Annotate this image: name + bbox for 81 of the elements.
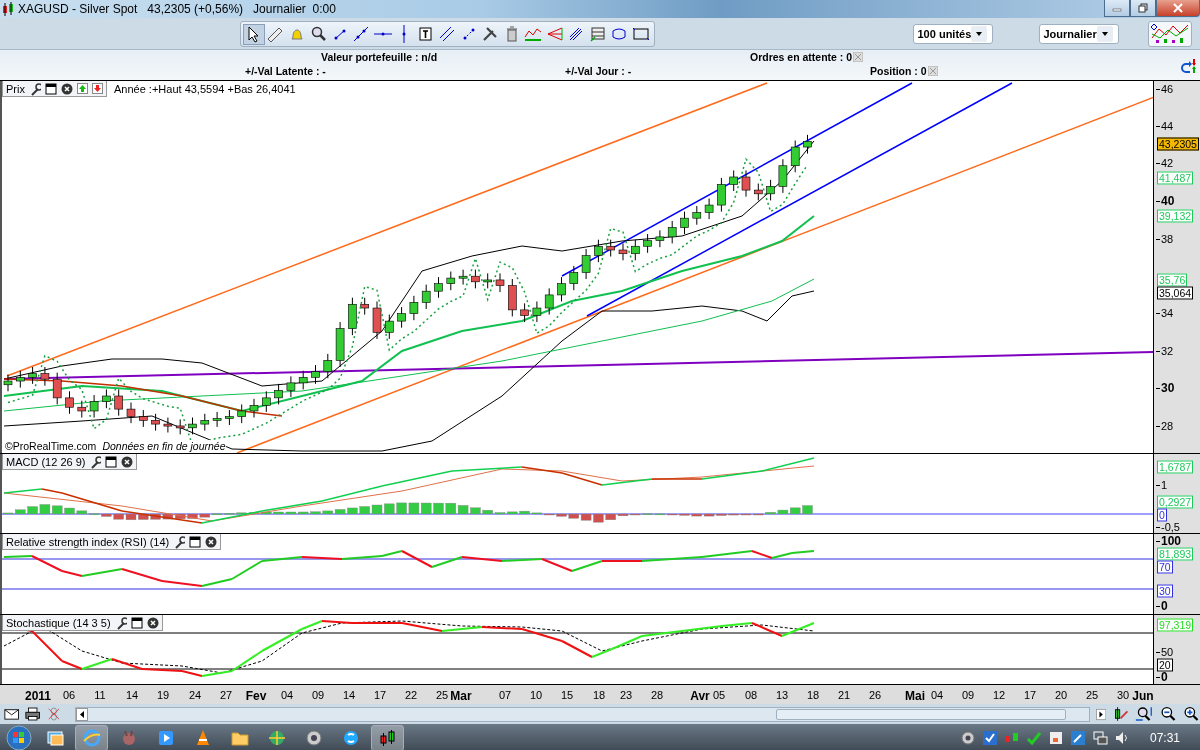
axis-label: 1	[1161, 479, 1168, 491]
axis-label: 25	[435, 689, 449, 701]
axis-label: 44	[1161, 120, 1174, 132]
pending-orders-text: Ordres en attente : 0	[750, 51, 853, 63]
axis-label: 26	[868, 689, 882, 701]
axis-label: 17	[373, 689, 387, 701]
axis-label: 0	[1161, 600, 1168, 612]
value-label: 0,2927	[1157, 495, 1194, 509]
axis-label: 30	[1161, 382, 1175, 394]
copyright-text: ©ProRealTime.com	[5, 440, 97, 452]
axis-label: 24	[188, 689, 202, 701]
value-label: 1,6787	[1157, 460, 1194, 474]
axis-label: 27	[219, 689, 233, 701]
axis-label: 12	[992, 689, 1006, 701]
axis-label: 11	[94, 689, 106, 701]
axis-label: 38	[1161, 233, 1174, 245]
axis-label: 04	[930, 689, 944, 701]
axis-label: 34	[1161, 307, 1174, 319]
axis-label: 13	[775, 689, 789, 701]
value-label: 20	[1157, 658, 1173, 672]
axis-label: Fev	[245, 689, 267, 703]
axis-label: -0,5	[1161, 521, 1180, 533]
value-label: 81,893	[1157, 547, 1194, 561]
axis-label: 50	[1161, 646, 1174, 658]
axis-label: 42	[1161, 157, 1174, 169]
axis-label: 15	[560, 689, 574, 701]
latent-value-text: +/-Val Latente : -	[245, 65, 327, 77]
axis-label: 17	[1023, 689, 1037, 701]
axis-label: 06	[62, 689, 76, 701]
axis-label: 100	[1161, 535, 1182, 547]
value-label: 35,76	[1157, 273, 1188, 287]
value-label: 0	[1157, 508, 1167, 522]
value-label: 97,319	[1157, 618, 1194, 632]
value-label: 43,2305	[1157, 137, 1199, 151]
axis-label: 30	[1116, 689, 1130, 701]
axis-label: 20	[1054, 689, 1068, 701]
panel-title: MACD (12 26 9)	[6, 455, 86, 468]
axis-label: 32	[1161, 345, 1174, 357]
window-title: XAGUSD - Silver Spot 43,2305 (+0,56%) Journalier 0:00	[18, 2, 336, 16]
axis-label: 21	[837, 689, 851, 701]
value-label: 35,064	[1157, 286, 1194, 300]
axis-label: Mar	[450, 689, 472, 703]
axis-label: 28	[1161, 420, 1174, 432]
axis-label: 18	[592, 689, 606, 701]
axis-label: Jun	[1132, 689, 1154, 703]
data-note-text: Données en fin de journée	[102, 440, 226, 452]
year-high-low-text: Année :+Haut 43,5594 +Bas 26,4041	[114, 83, 296, 95]
position-text: Position : 0	[870, 65, 927, 77]
axis-label: 07	[498, 689, 512, 701]
axis-label: 2011	[25, 689, 51, 703]
axis-label: 10	[529, 689, 543, 701]
axis-label: 0	[1161, 671, 1168, 683]
panel-title: Stochastique (14 3 5)	[6, 616, 111, 629]
quantity-dropdown[interactable]: 100 unités	[912, 23, 993, 44]
axis-label: 25	[1085, 689, 1099, 701]
panel-title: Prix	[6, 82, 25, 95]
axis-label: Avr	[690, 689, 710, 703]
axis-label: 14	[125, 689, 139, 701]
value-label: 30	[1157, 584, 1173, 598]
axis-label: Mai	[905, 689, 925, 703]
axis-label: 28	[650, 689, 664, 701]
axis-label: 23	[619, 689, 633, 701]
axis-label: 18	[806, 689, 820, 701]
value-label: 41,487	[1157, 171, 1194, 185]
axis-label: 08	[744, 689, 758, 701]
value-label: 70	[1157, 560, 1173, 574]
axis-label: 14	[342, 689, 356, 701]
axis-label: 40	[1161, 195, 1175, 207]
panel-title: Relative strength index (RSI) (14)	[6, 535, 170, 548]
portfolio-value-text: Valeur portefeuille : n/d	[321, 51, 439, 63]
axis-label: 22	[404, 689, 418, 701]
axis-label: 04	[280, 689, 294, 701]
axis-label: 09	[961, 689, 975, 701]
axis-label: 05	[712, 689, 726, 701]
clock-text: 07:31	[1149, 731, 1180, 745]
axis-label: 19	[156, 689, 170, 701]
day-value-text: +/-Val Jour : -	[565, 65, 633, 77]
value-label: 39,132	[1157, 209, 1194, 223]
axis-label: 09	[311, 689, 325, 701]
timeframe-dropdown[interactable]: Journalier	[1038, 23, 1119, 44]
axis-label: 46	[1161, 83, 1174, 95]
